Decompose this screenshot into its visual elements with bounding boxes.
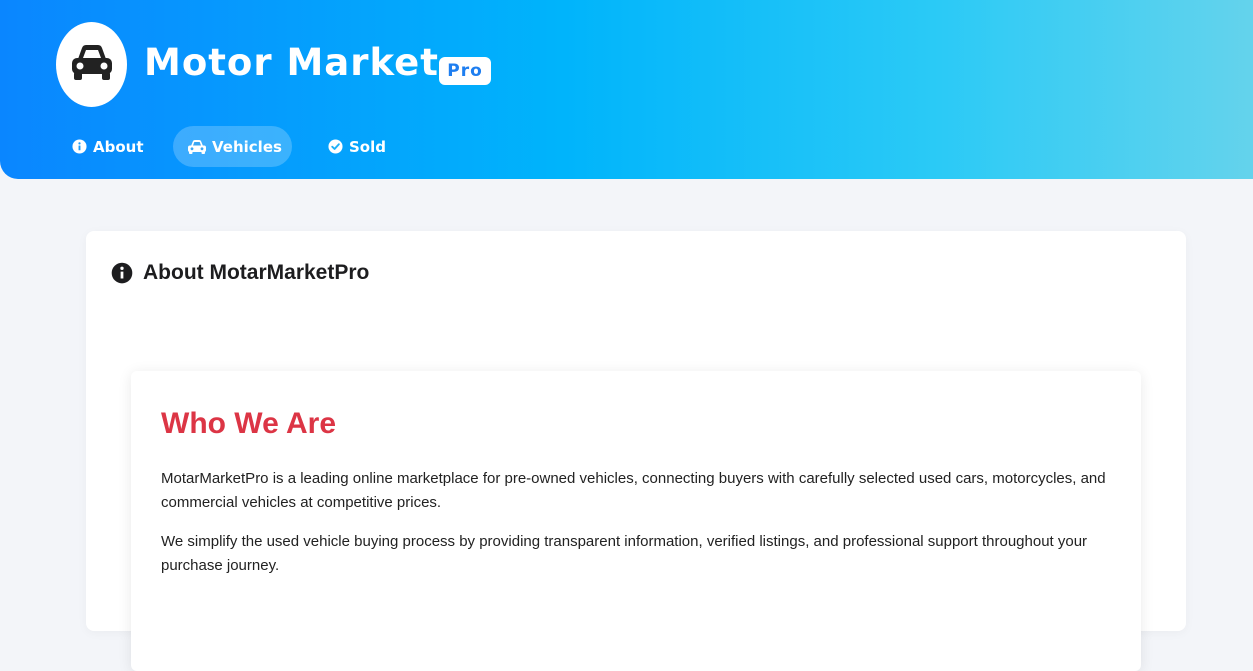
who-we-are-heading: Who We Are [161, 407, 337, 440]
section-title: About MotarMarketPro [111, 261, 369, 285]
car-icon [69, 42, 115, 87]
nav-about[interactable]: About [58, 126, 158, 167]
nav-sold[interactable]: Sold [314, 126, 400, 167]
who-we-are-card: Who We Are MotarMarketPro is a leading o… [131, 371, 1141, 671]
about-paragraph: MotarMarketPro is a leading online marke… [161, 470, 1106, 511]
about-section-card: About MotarMarketPro Who We Are MotarMar… [86, 231, 1186, 671]
brand-title: Motor Market [144, 41, 439, 84]
logo[interactable] [56, 22, 127, 107]
info-circle-icon [111, 262, 133, 284]
nav-about-label: About [93, 137, 144, 156]
section-title-text: About MotarMarketPro [143, 261, 370, 284]
nav-vehicles[interactable]: Vehicles [173, 126, 292, 167]
car-icon [187, 139, 207, 155]
check-circle-icon [328, 138, 344, 155]
nav-sold-label: Sold [349, 137, 386, 156]
app-header: Motor Market Pro About Vehicles Sold [0, 0, 1253, 179]
pro-badge: Pro [439, 57, 491, 85]
nav-vehicles-label: Vehicles [212, 137, 282, 156]
info-circle-icon [72, 138, 88, 155]
about-paragraph: We simplify the used vehicle buying proc… [161, 533, 1088, 574]
